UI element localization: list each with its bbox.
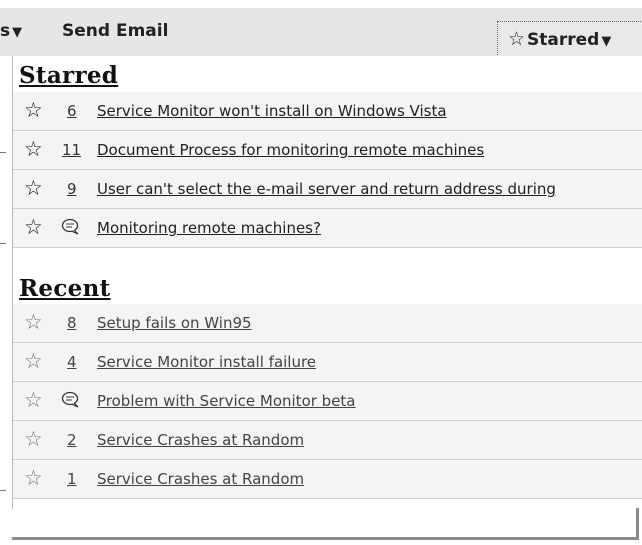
star-outline-icon[interactable]: ☆ <box>24 466 43 490</box>
case-title-link[interactable]: Service Monitor install failure <box>97 353 316 371</box>
background-edge <box>0 243 6 244</box>
send-email-button[interactable]: Send Email <box>62 21 168 41</box>
starred-menu-button[interactable]: ☆ Starred ▼ <box>497 21 642 59</box>
case-number-link[interactable]: 8 <box>67 314 77 332</box>
case-title-link[interactable]: Document Process for monitoring remote m… <box>97 141 484 159</box>
recent-case-row[interactable]: ☆ 2 Service Crashes at Random <box>13 421 642 460</box>
panel-shadow <box>636 508 639 540</box>
star-outline-icon[interactable]: ☆ <box>24 349 43 373</box>
star-icon[interactable]: ☆ <box>24 215 43 239</box>
recent-case-row[interactable]: ☆ 1 Service Crashes at Random <box>13 460 642 499</box>
case-title-link[interactable]: Service Crashes at Random <box>97 431 304 449</box>
panel-shadow <box>12 537 638 540</box>
starred-case-row[interactable]: ☆ 11 Document Process for monitoring rem… <box>13 131 642 170</box>
recent-case-row[interactable]: ☆ 8 Setup fails on Win95 <box>13 304 642 343</box>
cases-menu-button[interactable]: s ▼ <box>0 21 22 41</box>
starred-dropdown-panel: Starred ☆ 6 Service Monitor won't instal… <box>12 56 642 509</box>
starred-discussion-row[interactable]: ☆ Monitoring remote machines? <box>13 209 642 248</box>
discussion-title-link[interactable]: Problem with Service Monitor beta <box>97 392 356 410</box>
recent-discussion-row[interactable]: ☆ Problem with Service Monitor beta <box>13 382 642 421</box>
case-number-link[interactable]: 1 <box>67 470 77 488</box>
case-number-link[interactable]: 4 <box>67 353 77 371</box>
recent-heading: Recent <box>19 275 111 302</box>
case-title-link[interactable]: Setup fails on Win95 <box>97 314 252 332</box>
case-title-link[interactable]: Service Crashes at Random <box>97 470 304 488</box>
star-outline-icon[interactable]: ☆ <box>24 427 43 451</box>
case-number-link[interactable]: 6 <box>67 102 77 120</box>
starred-menu-label: Starred <box>527 30 600 50</box>
discussion-icon <box>61 218 79 235</box>
dropdown-arrow-icon: ▼ <box>12 25 23 40</box>
star-icon[interactable]: ☆ <box>24 137 43 161</box>
case-number-link[interactable]: 2 <box>67 431 77 449</box>
background-edge <box>0 490 6 491</box>
star-outline-icon[interactable]: ☆ <box>24 388 43 412</box>
case-title-link[interactable]: User can't select the e-mail server and … <box>97 180 556 198</box>
starred-case-row[interactable]: ☆ 9 User can't select the e-mail server … <box>13 170 642 209</box>
background-edge <box>0 152 6 153</box>
starred-case-row[interactable]: ☆ 6 Service Monitor won't install on Win… <box>13 92 642 131</box>
case-title-link[interactable]: Service Monitor won't install on Windows… <box>97 102 447 120</box>
star-outline-icon[interactable]: ☆ <box>24 310 43 334</box>
starred-heading: Starred <box>19 62 119 89</box>
recent-case-row[interactable]: ☆ 4 Service Monitor install failure <box>13 343 642 382</box>
star-icon[interactable]: ☆ <box>24 176 43 200</box>
case-number-link[interactable]: 9 <box>67 180 77 198</box>
discussion-icon <box>61 391 79 408</box>
dropdown-arrow-icon: ▼ <box>601 34 612 49</box>
cases-menu-label: s <box>0 21 11 41</box>
discussion-title-link[interactable]: Monitoring remote machines? <box>97 219 321 237</box>
toolbar: s ▼ Send Email ☆ Starred ▼ <box>0 8 642 59</box>
star-outline-icon: ☆ <box>508 28 526 50</box>
star-icon[interactable]: ☆ <box>24 98 43 122</box>
case-number-link[interactable]: 11 <box>62 141 81 159</box>
